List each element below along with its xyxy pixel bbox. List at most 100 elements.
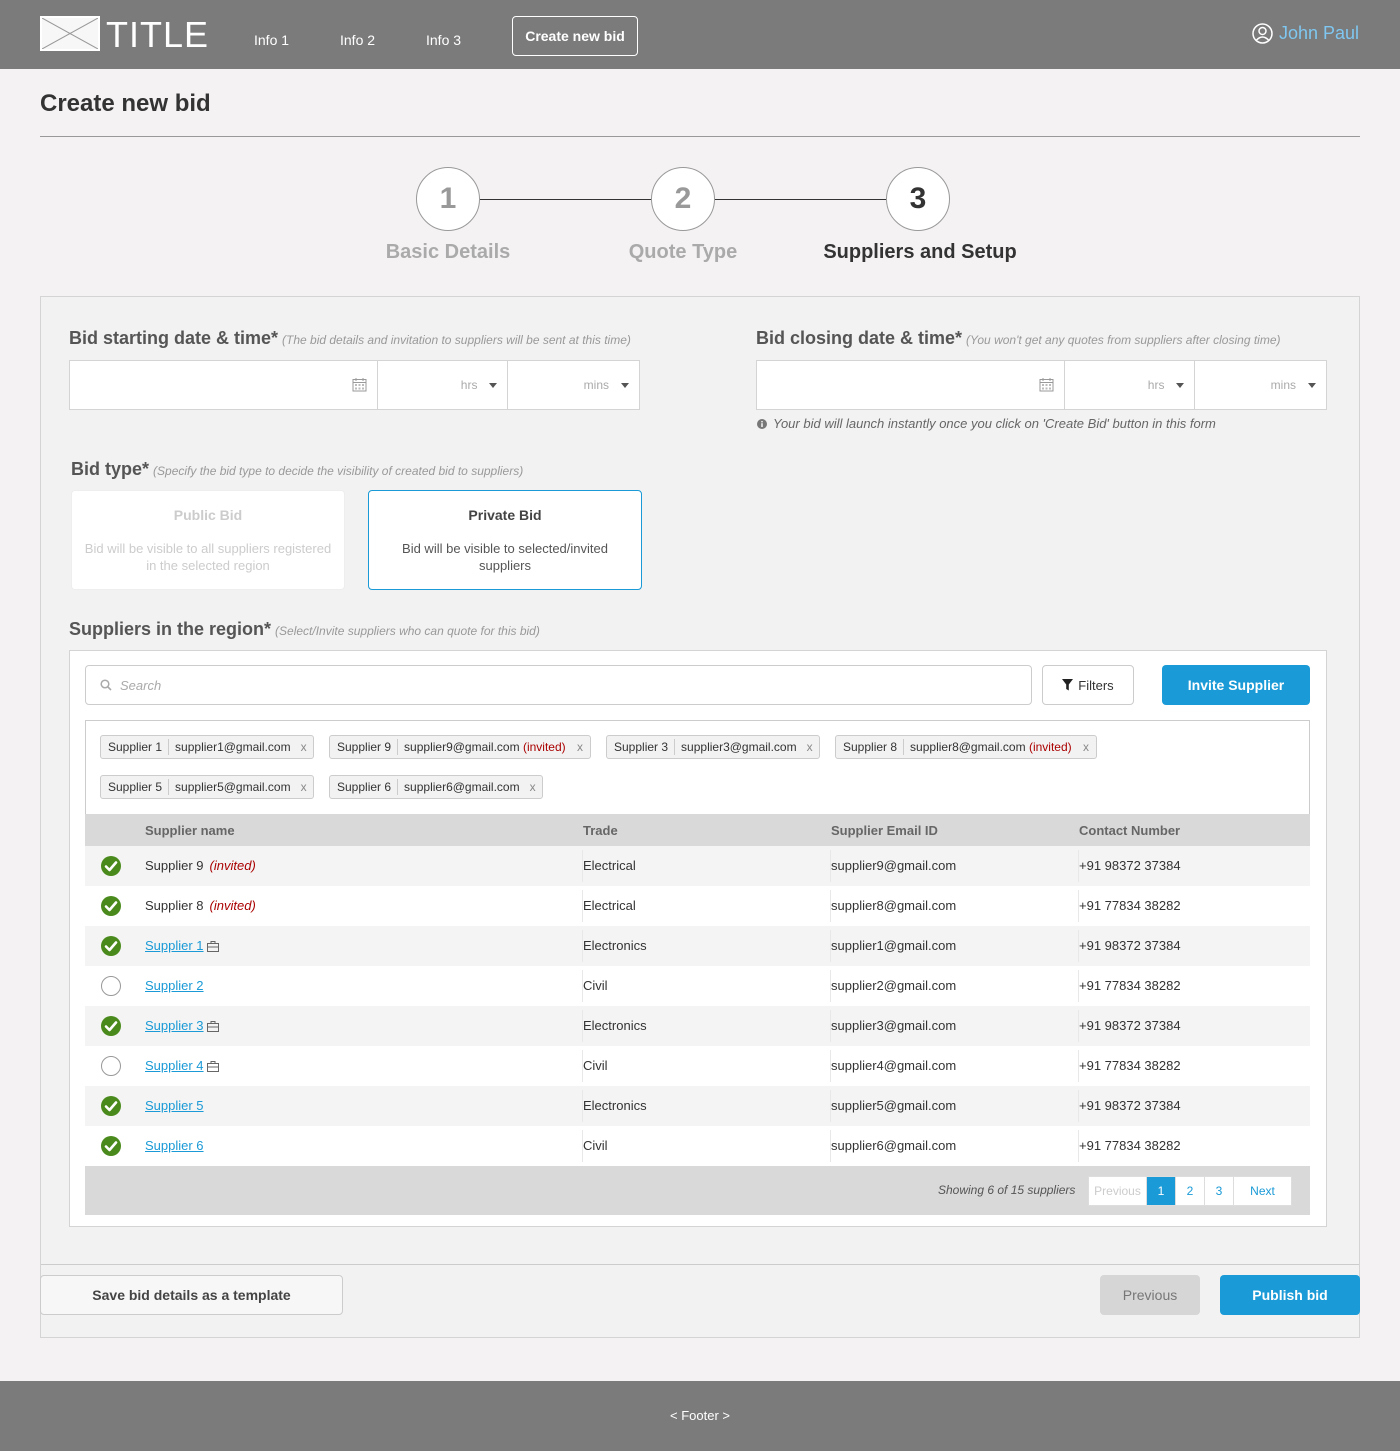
brand-title[interactable]: TITLE	[106, 14, 209, 56]
pagination-page-2[interactable]: 2	[1176, 1177, 1205, 1205]
invited-label: (invited)	[209, 858, 256, 873]
remove-tag-icon[interactable]: x	[573, 740, 590, 754]
table-row[interactable]: Supplier 4 Civil supplier4@gmail.com +91…	[85, 1046, 1310, 1086]
supplier-name-cell[interactable]: Supplier 1	[145, 938, 219, 953]
publish-bid-button[interactable]: Publish bid	[1220, 1275, 1360, 1315]
invite-supplier-button[interactable]: Invite Supplier	[1162, 665, 1310, 705]
pagination-next[interactable]: Next	[1234, 1177, 1291, 1205]
tag-email-text: supplier9@gmail.com	[404, 740, 520, 754]
start-date-label: Bid starting date & time* (The bid detail…	[69, 328, 631, 349]
remove-tag-icon[interactable]: x	[526, 780, 543, 794]
tag-supplier-email: supplier5@gmail.com	[175, 780, 291, 794]
chevron-down-icon	[621, 383, 630, 388]
supplier-name-cell[interactable]: Supplier 2	[145, 978, 204, 993]
save-template-button[interactable]: Save bid details as a template	[40, 1275, 343, 1315]
title-divider	[40, 136, 1360, 137]
briefcase-icon	[206, 1021, 219, 1032]
search-placeholder: Search	[120, 678, 162, 693]
supplier-name-cell[interactable]: Supplier 3	[145, 1018, 219, 1033]
step-1-circle[interactable]: 1	[416, 167, 480, 231]
supplier-name[interactable]: Supplier 4	[145, 1058, 204, 1073]
checked-circle-icon[interactable]	[100, 935, 122, 957]
calendar-icon[interactable]	[352, 377, 367, 392]
previous-button[interactable]: Previous	[1100, 1275, 1200, 1315]
remove-tag-icon[interactable]: x	[1079, 740, 1096, 754]
start-hours-select[interactable]: hrs	[378, 361, 509, 409]
step-2-circle[interactable]: 2	[651, 167, 715, 231]
close-hours-select[interactable]: hrs	[1065, 361, 1196, 409]
trade-cell: Civil	[583, 1138, 608, 1153]
step-connector	[480, 199, 651, 200]
create-new-bid-button[interactable]: Create new bid	[512, 16, 638, 56]
close-date-label: Bid closing date & time* (You won't get a…	[756, 328, 1281, 349]
supplier-name-cell[interactable]: Supplier 6	[145, 1138, 204, 1153]
remove-tag-icon[interactable]: x	[803, 740, 820, 754]
unchecked-circle-icon[interactable]	[100, 975, 122, 997]
suppliers-label: Suppliers in the region* (Select/Invite s…	[69, 619, 540, 640]
supplier-name[interactable]: Supplier 5	[145, 1098, 204, 1113]
filters-label: Filters	[1078, 677, 1114, 693]
trade-cell: Civil	[583, 1058, 608, 1073]
start-date-input[interactable]	[70, 361, 378, 409]
remove-tag-icon[interactable]: x	[297, 740, 314, 754]
close-date-input[interactable]	[757, 361, 1065, 409]
pagination-page-1[interactable]: 1	[1147, 1177, 1176, 1205]
tag-invited-label: (invited)	[522, 740, 566, 754]
table-row[interactable]: Supplier 6 Civil supplier6@gmail.com +91…	[85, 1126, 1310, 1166]
supplier-name-cell[interactable]: Supplier 4	[145, 1058, 219, 1073]
table-row[interactable]: Supplier 8 (invited) Electrical supplier8…	[85, 886, 1310, 926]
header-contact[interactable]: Contact Number	[1079, 823, 1180, 838]
supplier-name[interactable]: Supplier 1	[145, 938, 204, 953]
table-row[interactable]: Supplier 2 Civil supplier2@gmail.com +91…	[85, 966, 1310, 1006]
contact-cell: +91 77834 38282	[1079, 1058, 1181, 1073]
trade-cell: Electrical	[583, 898, 636, 913]
logo-placeholder-icon[interactable]	[40, 16, 100, 51]
pagination-page-3[interactable]: 3	[1205, 1177, 1234, 1205]
table-row[interactable]: Supplier 1 Electronics supplier1@gmail.c…	[85, 926, 1310, 966]
step-3-circle[interactable]: 3	[886, 167, 950, 231]
tag-invited-label: (invited)	[1028, 740, 1072, 754]
table-row[interactable]: Supplier 5 Electronics supplier5@gmail.c…	[85, 1086, 1310, 1126]
checked-circle-icon[interactable]	[100, 895, 122, 917]
checked-circle-icon[interactable]	[100, 1015, 122, 1037]
supplier-name-cell[interactable]: Supplier 5	[145, 1098, 204, 1113]
private-bid-description: Bid will be visible to selected/invited …	[402, 541, 608, 573]
nav-info-2[interactable]: Info 2	[340, 32, 375, 48]
header-trade[interactable]: Trade	[583, 823, 618, 838]
unchecked-circle-icon[interactable]	[100, 1055, 122, 1077]
supplier-name[interactable]: Supplier 6	[145, 1138, 204, 1153]
supplier-name[interactable]: Supplier 2	[145, 978, 204, 993]
filters-button[interactable]: Filters	[1042, 665, 1134, 705]
close-minutes-select[interactable]: mins	[1195, 361, 1326, 409]
supplier-name: Supplier 8	[145, 898, 204, 913]
table-row[interactable]: Supplier 3 Electronics supplier3@gmail.c…	[85, 1006, 1310, 1046]
checked-circle-icon[interactable]	[100, 1135, 122, 1157]
checked-circle-icon[interactable]	[100, 1095, 122, 1117]
nav-info-3[interactable]: Info 3	[426, 32, 461, 48]
private-bid-option[interactable]: Private Bid Bid will be visible to selec…	[368, 490, 642, 590]
supplier-search-input[interactable]: Search	[85, 665, 1032, 705]
email-cell: supplier3@gmail.com	[831, 1018, 957, 1033]
header-email[interactable]: Supplier Email ID	[831, 823, 938, 838]
close-minutes-value: mins	[1270, 378, 1297, 392]
trade-cell: Electrical	[583, 858, 636, 873]
header-supplier-name[interactable]: Supplier name	[145, 823, 235, 838]
tag-email-text: supplier8@gmail.com	[910, 740, 1026, 754]
remove-tag-icon[interactable]: x	[297, 780, 314, 794]
user-name: John Paul	[1279, 23, 1360, 43]
info-icon	[757, 418, 767, 429]
public-bid-option[interactable]: Public Bid Bid will be visible to all su…	[71, 490, 345, 590]
nav-info-1[interactable]: Info 1	[254, 32, 289, 48]
suppliers-table: Supplier name Trade Supplier Email ID Co…	[85, 814, 1310, 1215]
calendar-icon[interactable]	[1039, 377, 1054, 392]
pagination-previous[interactable]: Previous	[1089, 1177, 1147, 1205]
supplier-name[interactable]: Supplier 3	[145, 1018, 204, 1033]
start-minutes-select[interactable]: mins	[508, 361, 639, 409]
checked-circle-icon[interactable]	[100, 855, 122, 877]
table-row[interactable]: Supplier 9 (invited) Electrical supplier9…	[85, 846, 1310, 886]
tag-supplier-name: Supplier 6	[330, 779, 399, 795]
contact-cell: +91 98372 37384	[1079, 938, 1181, 953]
contact-cell: +91 98372 37384	[1079, 858, 1181, 873]
user-menu[interactable]: John Paul	[1252, 23, 1359, 44]
actions-divider	[41, 1264, 1359, 1265]
